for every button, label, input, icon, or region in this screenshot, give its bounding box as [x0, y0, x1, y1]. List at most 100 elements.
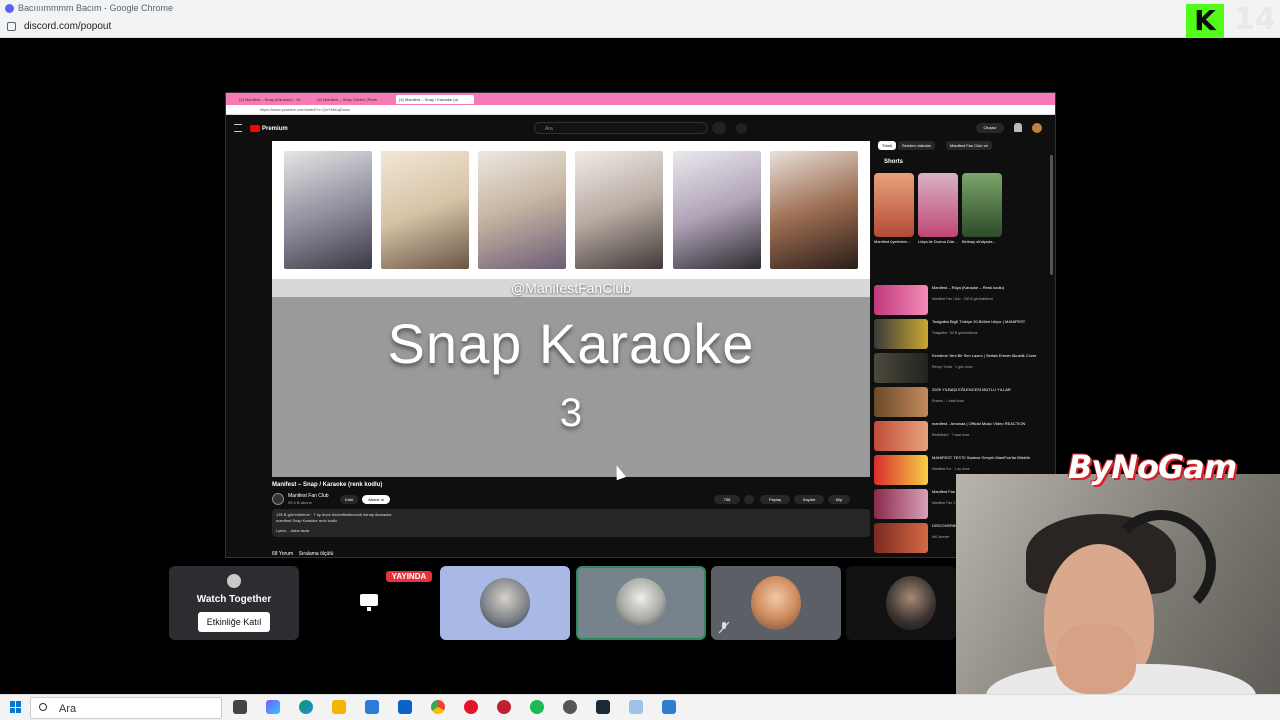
participant-tile[interactable] — [846, 566, 956, 640]
create-button: Oluştur — [976, 123, 1004, 133]
short-title: Manifest üyelerinin... — [874, 239, 911, 244]
avatar — [1032, 123, 1042, 133]
comments-count: 68 Yorum — [272, 551, 294, 557]
member-photo — [575, 151, 663, 269]
discord-icon — [5, 4, 14, 13]
taskbar-search[interactable]: Ara — [30, 697, 222, 719]
rec-meta: Ersenk · 1 saat önce — [932, 399, 965, 403]
channel-avatar — [272, 493, 284, 505]
copilot-icon[interactable] — [266, 700, 280, 714]
avatar — [751, 576, 801, 630]
chip-channel: Manifest Fan Club ve — [946, 141, 992, 150]
live-stream-tile[interactable]: YAYINDA — [304, 566, 434, 640]
rec-title: Manifest – Rüya (Karaoke – Renk kodlu) — [932, 285, 1005, 290]
taskbar-search-placeholder: Ara — [59, 703, 77, 715]
video-title: Manifest – Snap / Karaoke (renk kodlu) — [272, 482, 383, 488]
clip-button: Klip — [828, 495, 850, 504]
rec-thumbnail — [874, 387, 928, 417]
taskbar: Ara — [0, 694, 1280, 720]
headset-icon — [1106, 510, 1216, 620]
youtube-page: Premium Ara Oluştur @ManifestFanClub Sna… — [226, 115, 1055, 557]
short-title: Lidya ile Durma Düe... — [918, 239, 958, 244]
video-overlay-title: Snap Karaoke — [387, 312, 755, 375]
address-bar[interactable]: discord.com/popout — [24, 21, 111, 32]
muted-mic-icon — [719, 622, 729, 634]
member-photo-strip — [272, 141, 870, 297]
rec-title: Tosigalba Big5 Türkiye 20.Bölüm İzliyor … — [932, 319, 1026, 324]
youtube-logo-text: Premium — [262, 126, 288, 133]
shared-tab-bar: (4) Manifest – Snap (Karaoke) · Yo (4) M… — [226, 93, 1055, 105]
rec-meta: RealWorld · 7 saat önce — [932, 433, 970, 437]
site-info-icon[interactable] — [7, 22, 16, 31]
monitor-icon — [360, 594, 378, 611]
youtube-logo: Premium — [250, 125, 288, 132]
shorts-heading: Shorts — [884, 159, 904, 165]
member-photo — [770, 151, 858, 269]
avatar — [480, 578, 530, 628]
rec-title: 2025 YILBAŞI EĞLENCESİ MUTLU YILLAR — [932, 387, 1011, 392]
youtube-play-icon — [250, 125, 260, 132]
rec-title: MANIFEST TESTİ! Sadece Gerçek ManiFan'la… — [932, 455, 1031, 460]
browser-titlebar: Bacıııımmmm Bacım - Google Chrome discor… — [0, 0, 1280, 38]
windows-start-icon[interactable] — [10, 701, 22, 713]
participant-tile[interactable] — [440, 566, 570, 640]
participant-tile[interactable] — [711, 566, 841, 640]
shared-tab-active: (4) Manifest – Snap / Karaoke (re — [396, 95, 474, 104]
rec-meta: Recep Tomiz · 1 gün önce — [932, 365, 973, 369]
steam-icon[interactable] — [596, 700, 610, 714]
rec-thumbnail — [874, 353, 928, 383]
rec-thumbnail — [874, 489, 928, 519]
search-icon — [39, 703, 47, 711]
join-button: Katıl — [340, 495, 358, 504]
obs-icon[interactable] — [563, 700, 577, 714]
short-thumbnail — [874, 173, 914, 237]
recommendation-item: manifest - Amanaa | Official Music Video… — [874, 421, 1055, 453]
webcam-hand — [1056, 624, 1136, 694]
like-button: 758 — [714, 495, 740, 504]
participant-tile-speaking[interactable] — [576, 566, 706, 640]
short-thumbnail — [962, 173, 1002, 237]
dislike-icon — [744, 495, 754, 504]
description-line: Lyrics ...daha fazla — [276, 528, 310, 533]
description-line: manifest Snap Karaoke renk kodlu — [276, 518, 338, 523]
channel-name: Manifest Fan Club — [288, 493, 329, 499]
file-explorer-icon[interactable] — [332, 700, 346, 714]
shared-tab: (4) Manifest – Snap Sözleri (Renk — [317, 97, 378, 102]
streamer-brand-logo: ByNoGam — [1068, 448, 1237, 486]
streamer-webcam — [956, 474, 1280, 720]
opera-gx-icon[interactable] — [497, 700, 511, 714]
screenshare-view[interactable]: (4) Manifest – Snap (Karaoke) · Yo (4) M… — [225, 92, 1056, 558]
chip-series: Seriden videolar — [898, 141, 935, 150]
chrome-icon[interactable] — [431, 700, 445, 714]
short-title: Belinay stüdyoda... — [962, 239, 996, 244]
comments-header: 68 Yorum Sıralama ölçütü — [272, 551, 333, 557]
bell-icon — [1014, 123, 1022, 132]
avatar — [886, 576, 936, 630]
join-activity-button[interactable]: Etkinliğe Katıl — [198, 612, 270, 632]
rec-thumbnail — [874, 455, 928, 485]
scrollbar — [1050, 155, 1053, 275]
rec-thumbnail — [874, 523, 928, 553]
recommendation-item: 2025 YILBAŞI EĞLENCESİ MUTLU YILLAR Erse… — [874, 387, 1055, 419]
recommendation-item: Tosigalba Big5 Türkiye 20.Bölüm İzliyor … — [874, 319, 1055, 351]
channel-handle: @ManifestFanClub — [510, 280, 632, 296]
sort-label: Sıralama ölçütü — [298, 551, 334, 557]
channel-subs: 99,4 B abone — [288, 500, 312, 505]
opera-icon[interactable] — [464, 700, 478, 714]
app-icon[interactable] — [662, 700, 676, 714]
notepad-icon[interactable] — [629, 700, 643, 714]
description-line: 135 B görüntüleme · 7 ay önce #manifestf… — [276, 512, 392, 517]
shared-tab: (4) Manifest – Snap (Karaoke) · Yo — [239, 97, 301, 102]
task-view-icon[interactable] — [233, 700, 247, 714]
rec-thumbnail — [874, 319, 928, 349]
live-badge: YAYINDA — [386, 571, 432, 582]
spotify-icon[interactable] — [530, 700, 544, 714]
watch-together-tile[interactable]: Watch Together Etkinliğe Katıl — [169, 566, 299, 640]
rec-thumbnail — [874, 285, 928, 315]
shared-address-bar: https://www.youtube.com/watch?v=QnYMiUqD… — [226, 105, 1055, 115]
store-icon[interactable] — [365, 700, 379, 714]
edge-icon[interactable] — [299, 700, 313, 714]
mail-icon[interactable] — [398, 700, 412, 714]
rec-meta: Manifest Kız · 1 ay önce — [932, 467, 970, 471]
activity-icon — [227, 574, 241, 588]
